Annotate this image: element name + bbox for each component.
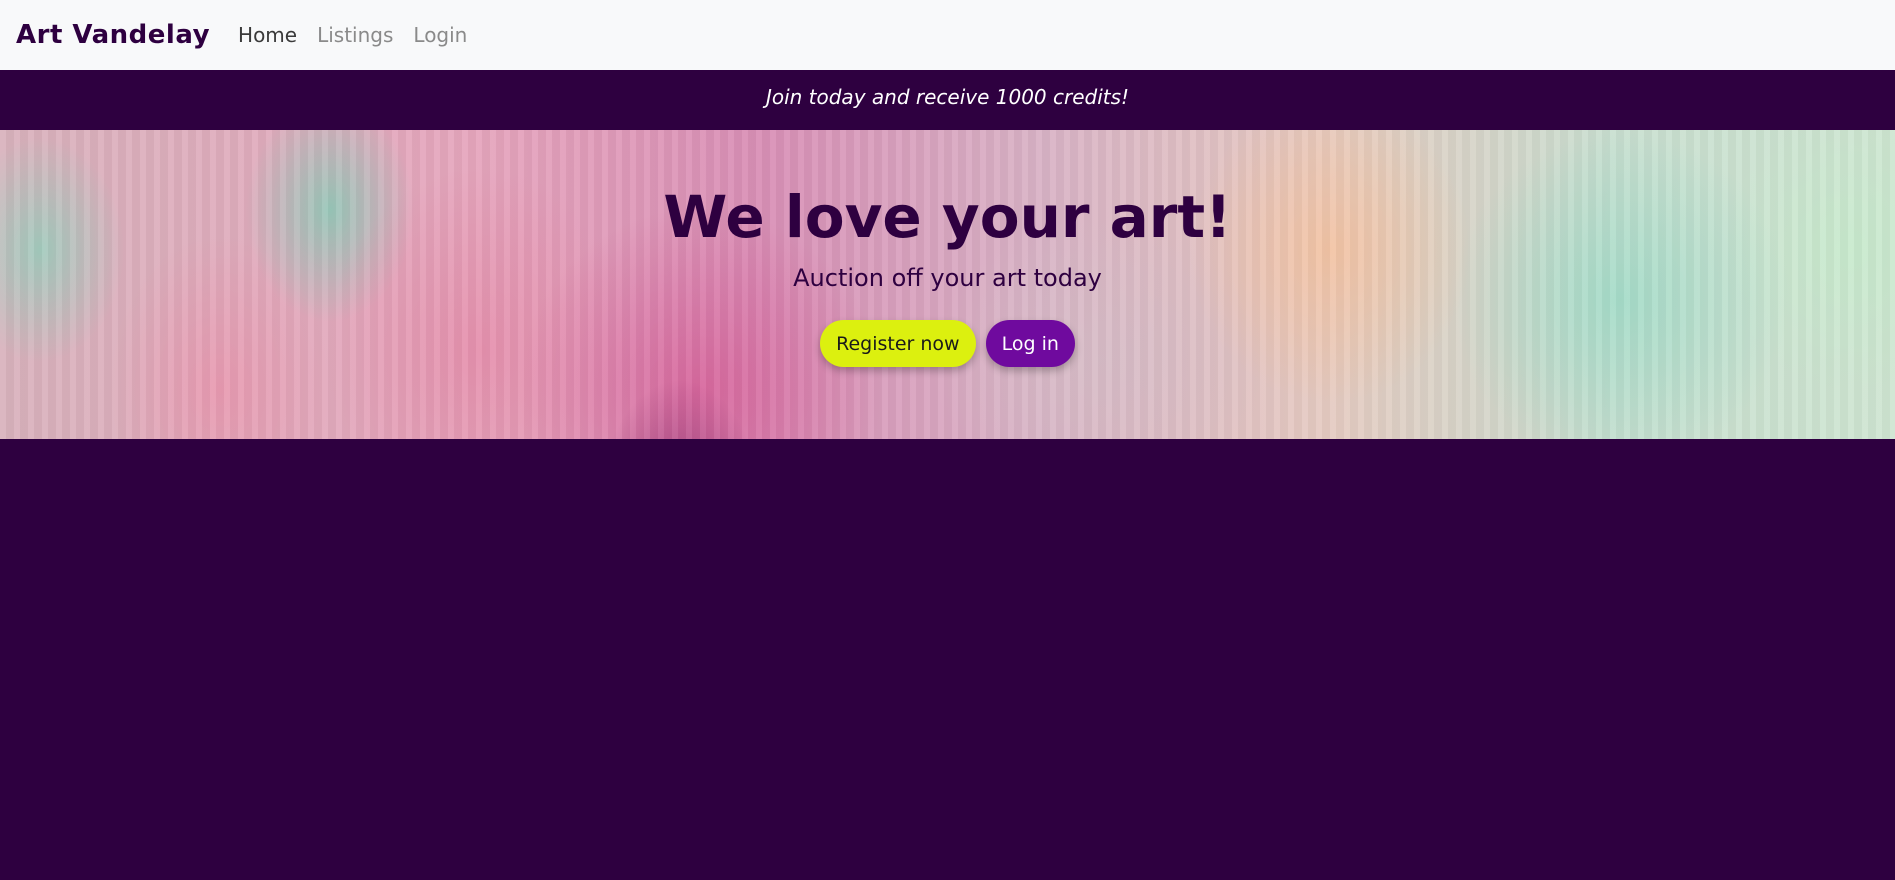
nav-link-listings[interactable]: Listings — [317, 23, 393, 47]
announcement-text: Join today and receive 1000 credits! — [765, 85, 1130, 109]
login-button[interactable]: Log in — [985, 320, 1075, 367]
brand-logo[interactable]: Art Vandelay — [16, 20, 210, 50]
nav-links: Home Listings Login — [238, 23, 487, 47]
hero-title: We love your art! — [663, 183, 1232, 251]
hero-buttons: Register now Log in — [0, 320, 1895, 367]
navbar: Art Vandelay Home Listings Login — [0, 0, 1895, 70]
hero-section: We love your art! Auction off your art t… — [0, 130, 1895, 439]
nav-link-login[interactable]: Login — [413, 23, 467, 47]
hero-content: We love your art! Auction off your art t… — [0, 130, 1895, 367]
register-button[interactable]: Register now — [820, 320, 976, 367]
announcement-banner: Join today and receive 1000 credits! — [0, 70, 1895, 130]
nav-link-home[interactable]: Home — [238, 23, 297, 47]
hero-subtitle: Auction off your art today — [793, 264, 1102, 292]
